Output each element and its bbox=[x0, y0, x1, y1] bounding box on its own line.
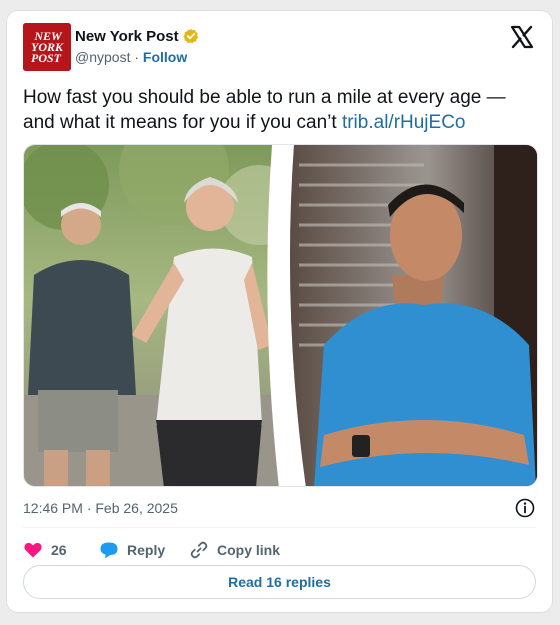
handle-separator: · bbox=[130, 49, 143, 65]
embedded-post-card: NEW YORK POST New York Post @nypost · Fo… bbox=[6, 10, 553, 613]
reply-button[interactable]: Reply bbox=[99, 535, 165, 565]
like-button[interactable]: 26 bbox=[23, 535, 67, 565]
account-avatar[interactable]: NEW YORK POST bbox=[23, 23, 71, 71]
link-icon bbox=[189, 540, 209, 560]
post-actions: 26 Reply Copy link bbox=[23, 535, 536, 565]
info-icon[interactable] bbox=[514, 497, 536, 519]
account-info: New York Post @nypost · Follow bbox=[75, 25, 199, 69]
reply-label: Reply bbox=[127, 542, 166, 558]
divider bbox=[23, 527, 536, 528]
follow-button[interactable]: Follow bbox=[143, 49, 187, 65]
verified-badge-icon bbox=[182, 28, 199, 44]
copy-link-label: Copy link bbox=[217, 542, 281, 558]
account-name[interactable]: New York Post bbox=[75, 28, 179, 45]
post-photo bbox=[24, 145, 537, 486]
nypost-logo-icon: NEW YORK POST bbox=[23, 23, 71, 71]
post-link[interactable]: trib.al/rHujECo bbox=[342, 112, 466, 133]
post-image[interactable] bbox=[23, 144, 538, 487]
read-replies-button[interactable]: Read 16 replies bbox=[23, 565, 536, 599]
like-count: 26 bbox=[51, 542, 67, 558]
reply-bubble-icon bbox=[99, 540, 119, 560]
heart-icon bbox=[23, 540, 43, 560]
copy-link-button[interactable]: Copy link bbox=[189, 535, 280, 565]
account-handle[interactable]: @nypost bbox=[75, 49, 130, 65]
post-header: NEW YORK POST New York Post @nypost · Fo… bbox=[23, 23, 536, 73]
post-text: How fast you should be able to run a mil… bbox=[23, 85, 534, 135]
post-timestamp[interactable]: 12:46 PM · Feb 26, 2025 bbox=[23, 500, 178, 516]
post-meta: 12:46 PM · Feb 26, 2025 bbox=[23, 497, 536, 521]
x-logo-icon[interactable] bbox=[510, 25, 536, 51]
logo-line-3: POST bbox=[31, 51, 62, 65]
